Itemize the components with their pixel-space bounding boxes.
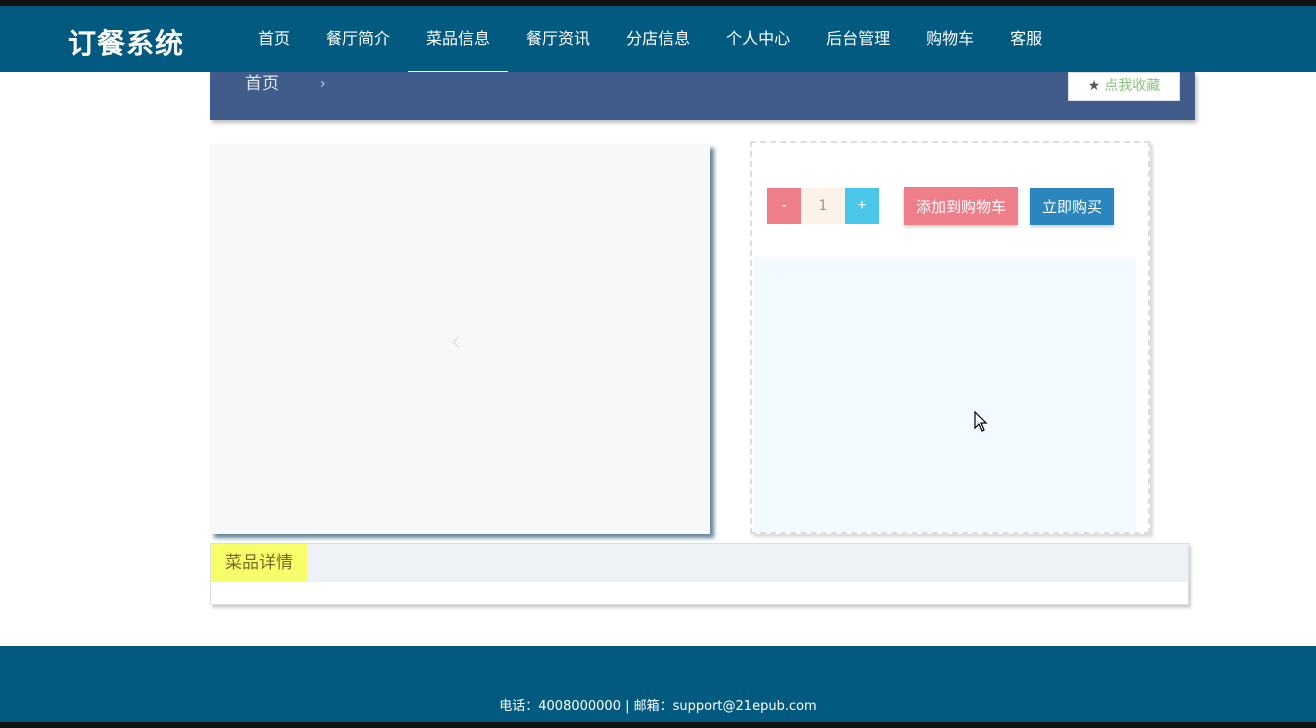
quantity-plus-button[interactable]: + — [845, 188, 879, 224]
add-to-cart-button[interactable]: 添加到购物车 — [904, 187, 1018, 225]
bottom-edge — [0, 722, 1316, 728]
star-icon: ★ — [1087, 78, 1101, 94]
breadcrumb-home[interactable]: 首页 — [245, 74, 279, 94]
nav-item-about[interactable]: 餐厅简介 — [308, 6, 408, 72]
nav-item-profile[interactable]: 个人中心 — [708, 6, 808, 72]
navbar: 订餐系统 首页 餐厅简介 菜品信息 餐厅资讯 分店信息 个人中心 后台管理 购物… — [0, 6, 1316, 74]
favorite-button[interactable]: ★ 点我收藏 — [1068, 72, 1180, 101]
footer-contact: 电话：4008000000 | 邮箱：support@21epub.com — [499, 699, 817, 714]
detail-section: 菜品详情 — [210, 543, 1189, 605]
footer: 电话：4008000000 | 邮箱：support@21epub.com — [0, 646, 1316, 722]
breadcrumb-separator: › — [320, 76, 326, 92]
nav-item-home[interactable]: 首页 — [240, 6, 308, 72]
main-nav: 首页 餐厅简介 菜品信息 餐厅资讯 分店信息 个人中心 后台管理 购物车 客服 — [240, 6, 1060, 74]
tab-dish-detail[interactable]: 菜品详情 — [211, 544, 307, 582]
product-image: ‹ — [210, 144, 710, 534]
breadcrumb: 首页 › ★ 点我收藏 — [210, 72, 1195, 120]
nav-item-cart[interactable]: 购物车 — [908, 6, 992, 72]
nav-item-branches[interactable]: 分店信息 — [608, 6, 708, 72]
site-logo[interactable]: 订餐系统 — [68, 22, 184, 62]
nav-item-admin[interactable]: 后台管理 — [808, 6, 908, 72]
buy-now-button[interactable]: 立即购买 — [1030, 188, 1114, 225]
mouse-cursor-icon — [974, 411, 988, 432]
product-info-panel: - 1 + 添加到购物车 立即购买 — [750, 141, 1150, 534]
favorite-label: 点我收藏 — [1104, 78, 1161, 94]
nav-item-service[interactable]: 客服 — [992, 6, 1060, 72]
product-description — [754, 257, 1136, 532]
quantity-minus-button[interactable]: - — [767, 188, 801, 224]
nav-item-news[interactable]: 餐厅资讯 — [508, 6, 608, 72]
nav-item-dishes[interactable]: 菜品信息 — [408, 6, 509, 74]
quantity-stepper: - 1 + — [767, 188, 879, 224]
quantity-input[interactable]: 1 — [801, 188, 845, 224]
detail-tabs: 菜品详情 — [211, 544, 1188, 582]
image-placeholder-icon: ‹ — [450, 324, 462, 357]
